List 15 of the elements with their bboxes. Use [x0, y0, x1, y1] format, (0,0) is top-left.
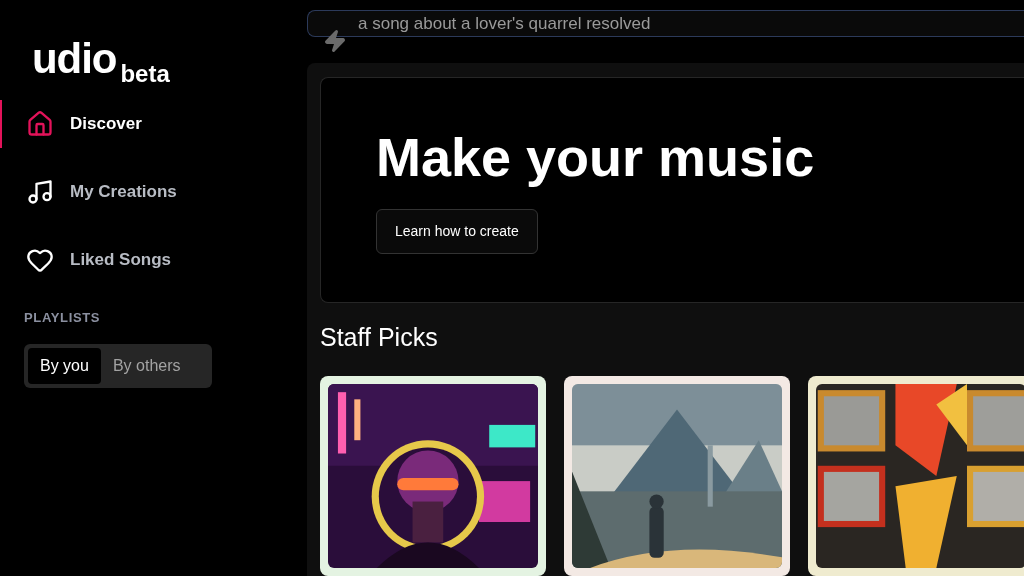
music-note-icon: [26, 178, 54, 206]
section-heading: PLAYLISTS: [23, 309, 102, 327]
logo-wordmark: udio: [32, 38, 117, 80]
section-title: Staff Picks: [320, 325, 439, 350]
learn-button[interactable]: Learn how to create: [376, 209, 538, 254]
heart-icon: [26, 246, 54, 274]
tab[interactable]: By others: [100, 347, 193, 384]
nav-item[interactable]: My Creations: [0, 168, 300, 216]
tab[interactable]: By you: [28, 347, 101, 384]
search-field[interactable]: a song about a lover's quarrel resolved: [307, 10, 1024, 37]
beta-label: beta: [120, 62, 170, 86]
lightning-icon: [323, 29, 347, 53]
nav-item[interactable]: Liked Songs: [0, 236, 300, 284]
nav-item[interactable]: Discover: [0, 100, 300, 148]
home-icon: [26, 110, 54, 138]
